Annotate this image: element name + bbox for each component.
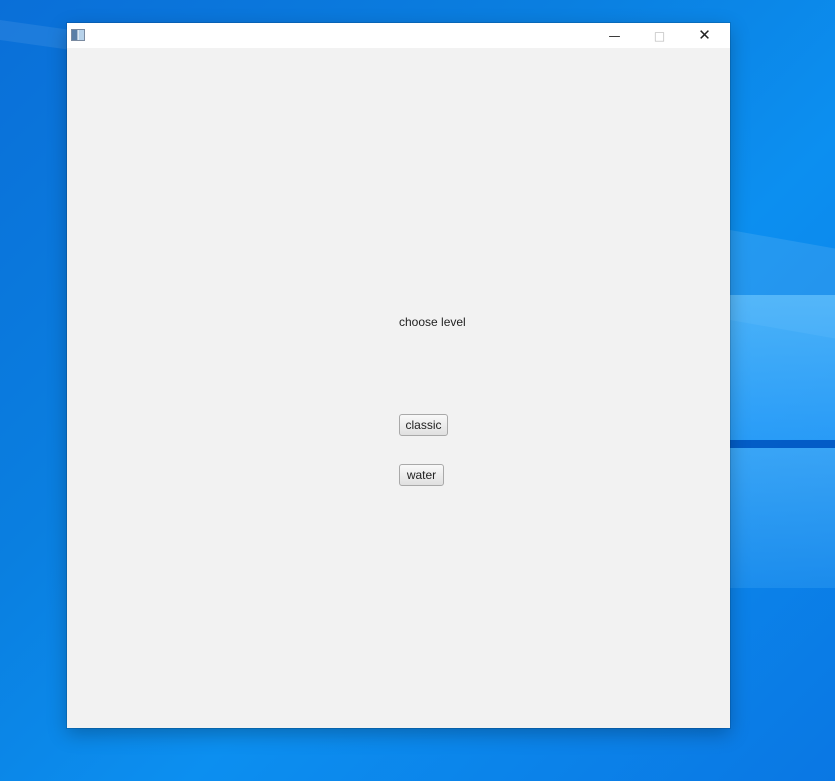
maximize-button[interactable]: □ xyxy=(637,23,682,48)
desktop-light-beam xyxy=(730,295,835,440)
app-window: — □ ✕ choose level classic water xyxy=(67,23,730,728)
window-content: choose level classic water xyxy=(67,48,730,728)
water-level-button[interactable]: water xyxy=(399,464,444,486)
classic-level-button[interactable]: classic xyxy=(399,414,448,436)
desktop-light-beam xyxy=(730,448,835,588)
minimize-icon: — xyxy=(608,28,621,43)
close-button[interactable]: ✕ xyxy=(682,23,727,48)
title-bar[interactable]: — □ ✕ xyxy=(67,23,730,48)
desktop-background: — □ ✕ choose level classic water xyxy=(0,0,835,781)
minimize-button[interactable]: — xyxy=(592,23,637,48)
close-icon: ✕ xyxy=(698,26,711,44)
desktop-light-beam xyxy=(730,440,835,448)
choose-level-label: choose level xyxy=(399,315,466,329)
app-icon xyxy=(71,29,85,41)
maximize-icon: □ xyxy=(653,28,666,43)
